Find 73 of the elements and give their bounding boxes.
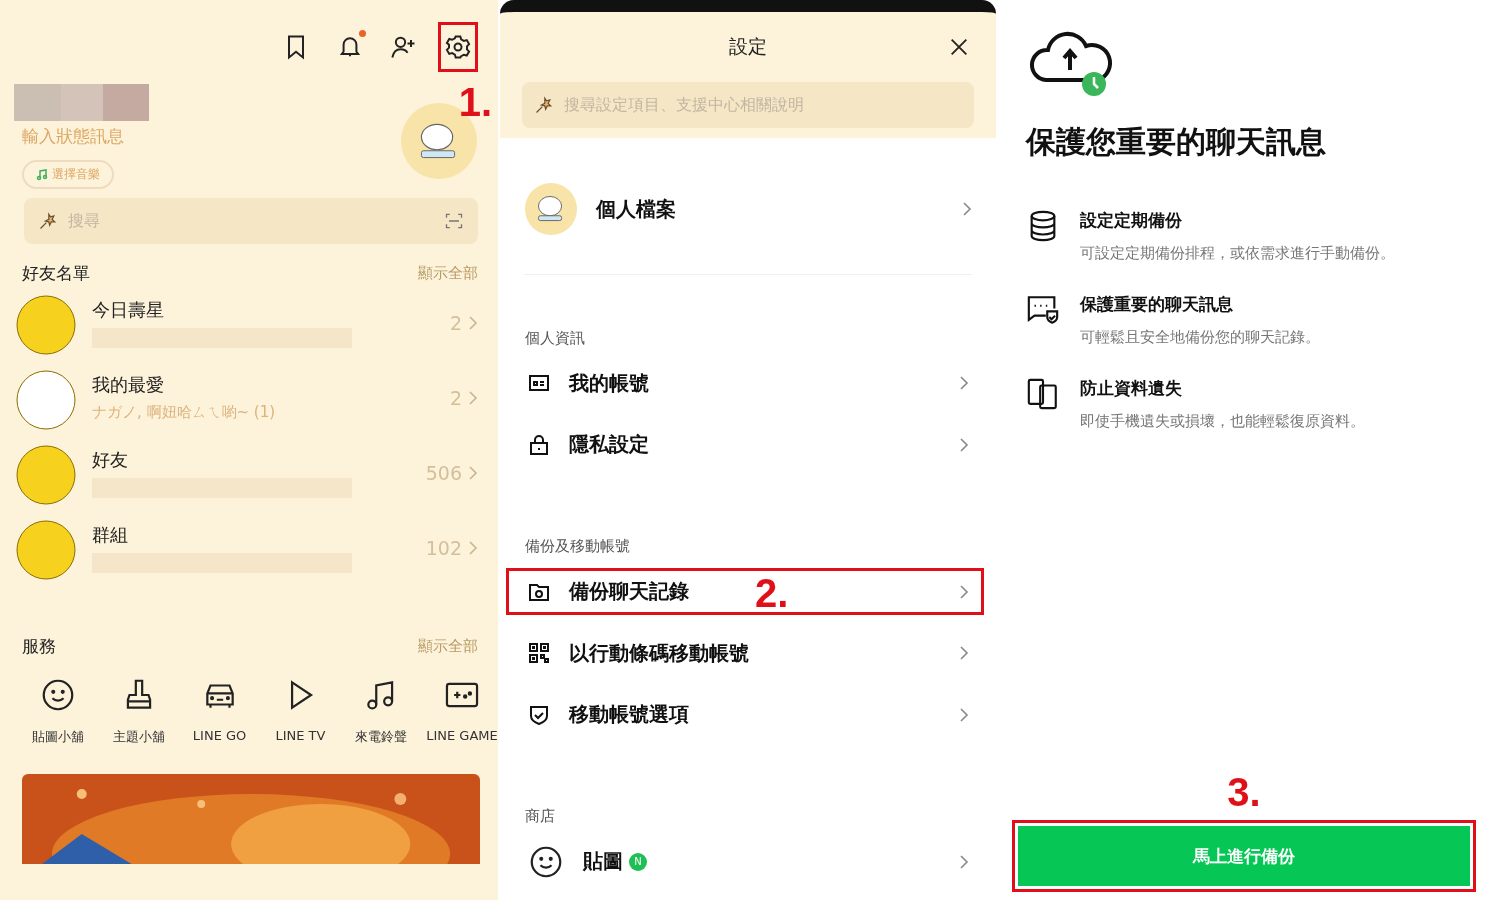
new-badge: N [629,852,647,871]
music-note-icon [36,168,48,181]
service-label[interactable]: LINE GAME [426,728,498,743]
phones-icon [1026,377,1060,411]
chevron-icon [959,436,969,453]
search-wand-icon [534,95,554,115]
row-label: 個人檔案 [596,195,677,223]
member-count: 2 [449,311,462,334]
close-icon[interactable] [948,36,970,58]
chevron-icon [959,583,969,600]
group-name: 我的最愛 [92,373,165,397]
qr-code-icon [527,641,551,666]
step-annotation: 1. [458,82,492,122]
settings-row[interactable]: 隱私設定 [506,421,984,469]
service-label[interactable]: LINE TV [275,728,326,743]
settings-title: 設定 [729,34,767,59]
friend-list-row[interactable]: 好友 506 [14,435,478,510]
shield-icon [527,703,551,727]
group-members: ナガノ, 啊妞哈ㄙㄟ喲~ (1) [92,403,277,422]
section-title: 服務 [22,635,56,658]
section-title: 商店 [525,807,556,827]
group-name: 群組 [92,522,129,547]
service-label[interactable]: 貼圖小舖 [32,728,84,746]
member-count: 102 [425,536,462,559]
step-annotation: 2. [755,573,789,614]
chevron-icon [468,314,478,331]
chevron-icon [468,539,478,556]
profile-row[interactable]: 個人檔案 [524,182,972,236]
settings-row[interactable]: 移動帳號選項 [506,691,984,739]
service-label[interactable]: 來電鈴聲 [355,728,408,746]
row-label: 我的帳號 [569,369,649,397]
feature-title: 防止資料遺失 [1080,377,1183,400]
settings-icon[interactable] [444,33,472,61]
section-title: 備份及移動帳號 [525,537,631,557]
row-label: 備份聊天記錄 [569,578,689,606]
settings-row[interactable]: 我的帳號 [506,359,984,407]
friend-list-row[interactable]: 今日壽星 2 [14,285,478,360]
chat-shield-icon [1026,293,1060,327]
chevron-icon [959,375,969,392]
settings-row[interactable]: 貼圖 N [506,838,984,885]
row-label: 隱私設定 [569,431,649,459]
chevron-icon [468,464,478,481]
group-name: 好友 [92,447,129,472]
row-label: 移動帳號選項 [569,701,689,729]
group-name: 今日壽星 [92,297,165,322]
page-title: 保護您重要的聊天訊息 [1026,123,1327,161]
step-annotation: 3. [1227,772,1261,812]
chevron-icon [959,853,969,870]
chevron-icon [468,389,478,406]
lock-icon [527,432,551,457]
row-label: 貼圖 [583,848,623,876]
feature-description: 可輕鬆且安全地備份您的聊天記錄。 [1080,328,1320,347]
settings-row[interactable]: 備份聊天記錄 2. [506,568,984,615]
friend-list-row[interactable]: 群組 102 [14,510,478,585]
search-wand-icon [38,211,58,231]
chevron-icon [959,707,969,723]
service-label[interactable]: 主題小舖 [112,728,165,746]
chevron-icon [962,201,972,217]
feature-title: 保護重要的聊天訊息 [1080,293,1234,316]
service-label[interactable]: LINE GO [192,728,247,743]
row-label: 以行動條碼移動帳號 [569,639,749,667]
chevron-icon [959,645,969,662]
profile-avatar [524,182,578,236]
member-count: 506 [425,461,462,484]
section-title: 個人資訊 [525,328,586,348]
feature-description: 可設定定期備份排程，或依需求進行手動備份。 [1080,244,1395,263]
feature-description: 即使手機遺失或損壞，也能輕鬆復原資料。 [1080,412,1365,431]
settings-row[interactable]: 以行動條碼移動帳號 [506,629,984,677]
scan-icon[interactable] [444,211,464,231]
member-count: 2 [449,386,462,409]
section-title: 好友名單 [22,262,90,285]
friend-list-row[interactable]: 我的最愛 ナガノ, 啊妞哈ㄙㄟ喲~ (1) 2 [14,360,478,435]
feature-title: 設定定期備份 [1080,209,1183,232]
